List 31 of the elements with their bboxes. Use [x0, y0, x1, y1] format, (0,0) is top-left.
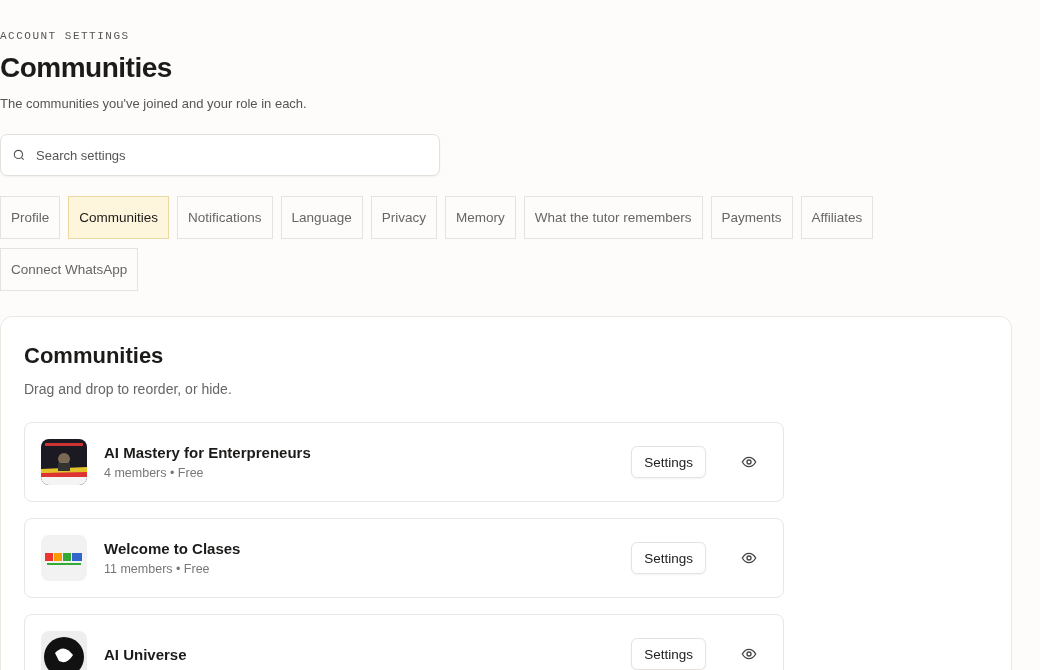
community-row[interactable]: AI Universe Settings	[24, 614, 784, 670]
community-row[interactable]: AI Mastery for Enterpreneurs 4 members • Free Settings	[24, 422, 784, 502]
eyebrow-label: ACCOUNT SETTINGS	[0, 30, 131, 42]
search-icon	[12, 148, 26, 162]
community-meta: 4 members • Free	[104, 466, 205, 480]
card-subtitle: Drag and drop to reorder, or hide.	[24, 381, 233, 397]
community-name: AI Universe	[104, 645, 188, 663]
settings-button[interactable]: Settings	[631, 542, 706, 574]
settings-tab[interactable]: Notifications	[177, 196, 273, 239]
settings-tab[interactable]: What the tutor remembers	[523, 196, 703, 239]
page-subtitle: The communities you've joined and your role in each.	[0, 96, 308, 111]
settings-tab[interactable]: Connect WhatsApp	[0, 248, 139, 291]
settings-button[interactable]: Settings	[631, 638, 706, 670]
settings-tab[interactable]: Language	[280, 196, 363, 239]
settings-tab[interactable]: Privacy	[370, 196, 437, 239]
community-name: AI Mastery for Enterpreneurs	[104, 444, 312, 461]
page-title: Communities	[0, 52, 173, 84]
settings-tab[interactable]: Communities	[68, 196, 170, 239]
eye-icon[interactable]	[741, 550, 757, 566]
settings-tab[interactable]: Profile	[0, 196, 61, 239]
settings-button[interactable]: Settings	[631, 446, 706, 478]
eye-icon[interactable]	[741, 646, 757, 662]
community-row[interactable]: Welcome to Clases 11 members • Free Settings	[24, 518, 784, 598]
eye-icon[interactable]	[741, 454, 757, 470]
search-field[interactable]: Search settings	[0, 134, 440, 176]
community-name: Welcome to Clases	[104, 540, 242, 557]
community-meta: 11 members • Free	[104, 562, 211, 576]
settings-tab[interactable]: Memory	[444, 196, 516, 239]
card-title: Communities	[24, 343, 165, 369]
settings-tab[interactable]: Payments	[710, 196, 793, 239]
settings-tab[interactable]: Affiliates	[800, 196, 874, 239]
